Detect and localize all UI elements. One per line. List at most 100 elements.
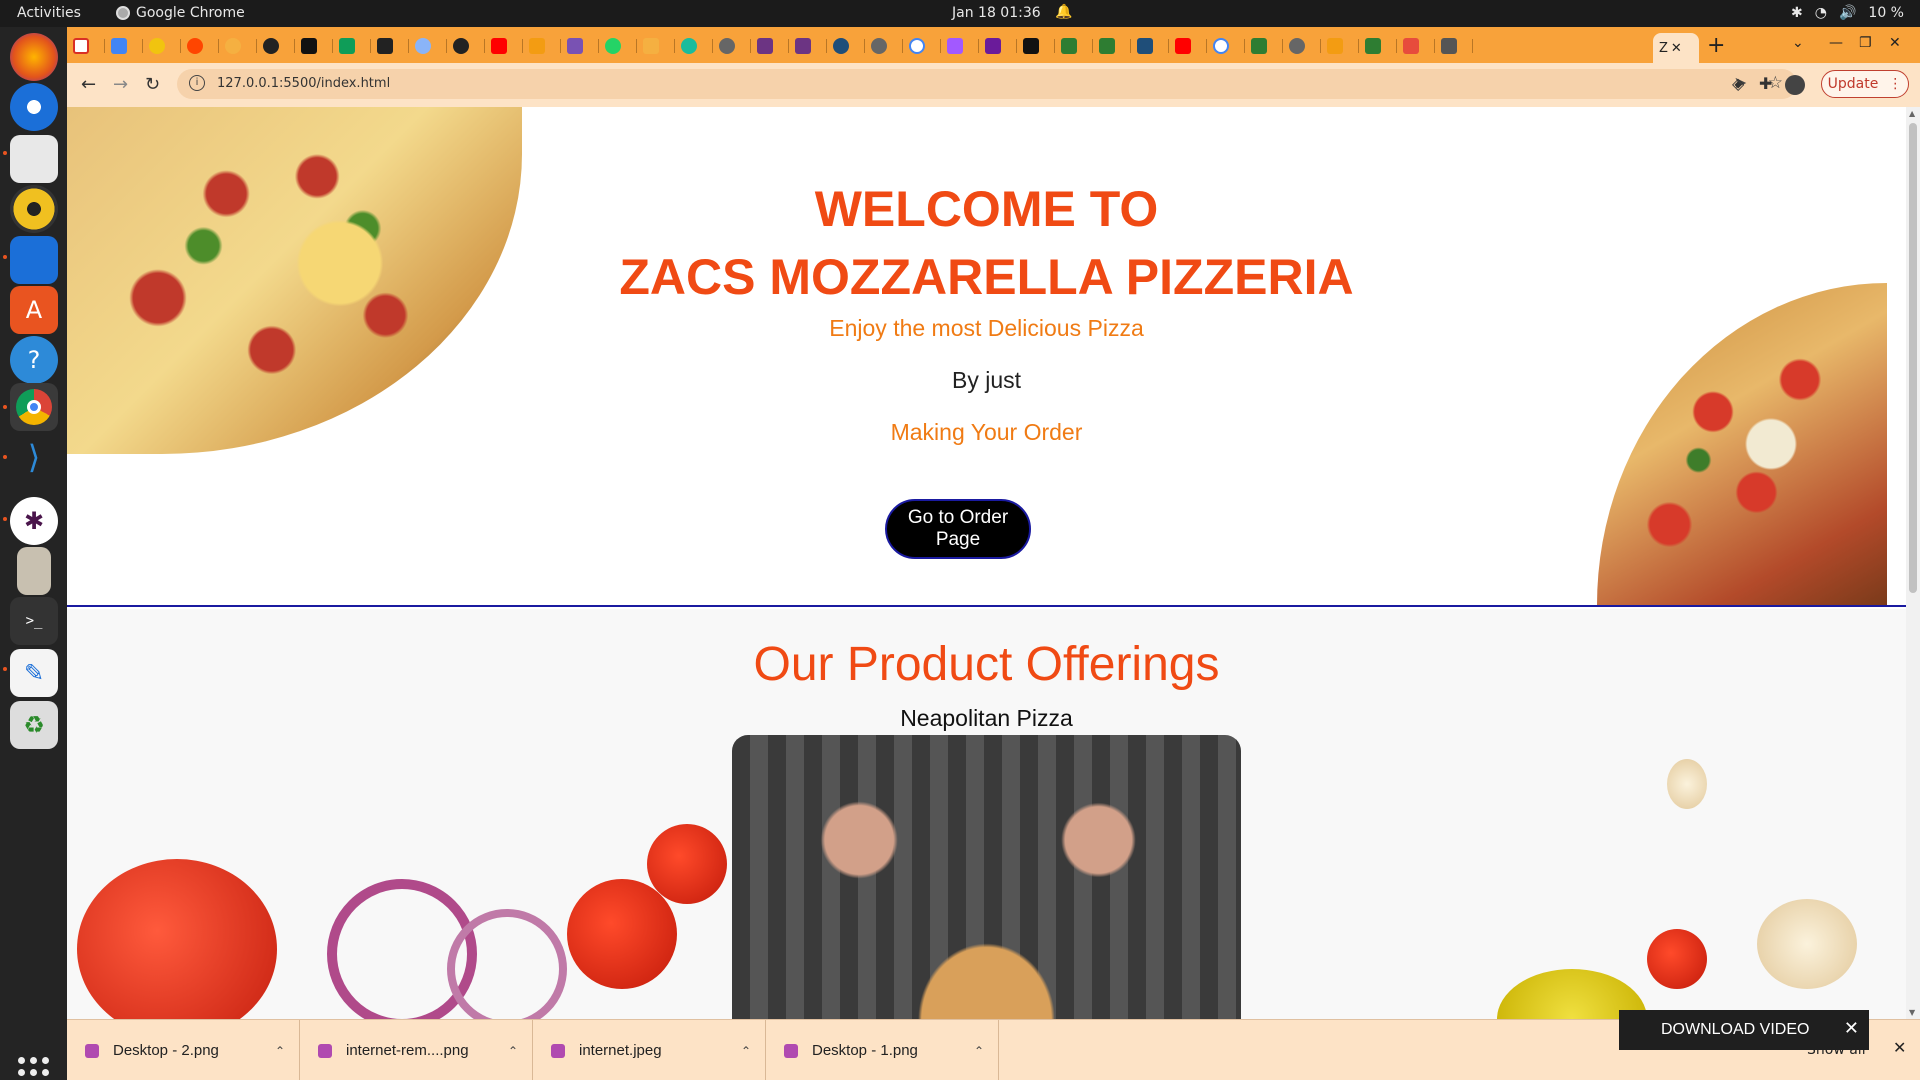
tab[interactable] [1359, 33, 1397, 59]
tab[interactable] [143, 33, 181, 59]
running-indicator [3, 405, 7, 409]
download-item[interactable]: internet-rem....png ⌃ [300, 1020, 533, 1080]
tab[interactable] [1245, 33, 1283, 59]
clock[interactable]: Jan 18 01:36 [952, 5, 1041, 21]
image-file-icon [551, 1043, 565, 1058]
terminal-icon[interactable]: >_ [10, 597, 58, 645]
chevron-up-icon[interactable]: ⌃ [508, 1044, 518, 1058]
tab[interactable] [675, 33, 713, 59]
tab[interactable] [523, 33, 561, 59]
tab[interactable] [713, 33, 751, 59]
tomato-image [1647, 929, 1707, 989]
tab[interactable] [903, 33, 941, 59]
app-name: Google Chrome [136, 5, 245, 21]
favicon-icon [149, 38, 165, 54]
tab[interactable] [751, 33, 789, 59]
favicon-icon [681, 38, 697, 54]
tab[interactable] [409, 33, 447, 59]
download-video-overlay[interactable]: DOWNLOAD VIDEO ✕ [1619, 1010, 1869, 1050]
close-window-icon[interactable]: ✕ [1889, 35, 1901, 51]
firefox-icon[interactable] [10, 33, 58, 81]
tab[interactable] [447, 33, 485, 59]
restore-icon[interactable]: ❐ [1859, 35, 1872, 51]
extensions-puzzle-icon[interactable]: ✚ [1759, 74, 1772, 93]
writer-icon[interactable] [10, 236, 58, 284]
tab[interactable] [1169, 33, 1207, 59]
tab[interactable] [1283, 33, 1321, 59]
tab[interactable] [371, 33, 409, 59]
minimize-icon[interactable]: — [1829, 35, 1843, 51]
order-page-button[interactable]: Go to Order Page [885, 499, 1031, 559]
chevron-up-icon[interactable]: ⌃ [741, 1044, 751, 1058]
page-scrollbar[interactable]: ▲ ▼ [1906, 107, 1920, 1019]
tab[interactable] [181, 33, 219, 59]
vscode-icon[interactable]: ⟩ [10, 433, 58, 481]
tab[interactable] [1207, 33, 1245, 59]
tab[interactable] [257, 33, 295, 59]
tab-search-icon[interactable]: ⌄ [1792, 35, 1804, 51]
running-indicator [3, 517, 7, 521]
tab[interactable] [979, 33, 1017, 59]
slack-icon[interactable]: ✱ [10, 497, 58, 545]
tab[interactable] [941, 33, 979, 59]
chevron-up-icon[interactable]: ⌃ [275, 1044, 285, 1058]
tab[interactable] [1397, 33, 1435, 59]
files-icon[interactable] [10, 135, 58, 183]
tab[interactable] [827, 33, 865, 59]
tab[interactable] [1435, 33, 1473, 59]
scroll-up-icon[interactable]: ▲ [1909, 109, 1915, 118]
archive-icon[interactable] [17, 547, 51, 595]
reload-icon[interactable]: ↻ [145, 74, 160, 95]
url-text[interactable]: 127.0.0.1:5500/index.html [217, 76, 390, 91]
close-overlay-icon[interactable]: ✕ [1844, 1018, 1859, 1039]
activities-button[interactable]: Activities [17, 5, 81, 21]
tab[interactable] [789, 33, 827, 59]
new-tab-button[interactable]: + [1707, 33, 1725, 58]
address-bar[interactable]: i 127.0.0.1:5500/index.html ➤ ☆ [177, 69, 1797, 99]
back-arrow-icon[interactable]: ← [81, 74, 96, 95]
favicon-icon [1365, 38, 1381, 54]
youtube-icon [491, 38, 507, 54]
help-icon[interactable]: ? [10, 336, 58, 384]
chrome-icon[interactable] [10, 383, 58, 431]
show-apps-icon[interactable] [18, 1057, 50, 1080]
software-icon[interactable]: A [10, 286, 58, 334]
app-menu[interactable]: Google Chrome [116, 5, 245, 21]
google-icon [909, 38, 925, 54]
tab[interactable] [1131, 33, 1169, 59]
extension-icon[interactable]: ◈ [1732, 74, 1744, 93]
update-button[interactable]: Update ⋮ [1821, 70, 1909, 98]
tab[interactable] [1055, 33, 1093, 59]
close-tab-icon[interactable]: ✕ [1671, 41, 1682, 56]
thunderbird-icon[interactable] [10, 83, 58, 131]
download-item[interactable]: internet.jpeg ⌃ [533, 1020, 766, 1080]
download-item[interactable]: Desktop - 2.png ⌃ [67, 1020, 300, 1080]
chevron-up-icon[interactable]: ⌃ [974, 1044, 984, 1058]
tab[interactable] [333, 33, 371, 59]
profile-avatar[interactable] [1785, 75, 1805, 95]
tab[interactable] [865, 33, 903, 59]
close-shelf-icon[interactable]: ✕ [1893, 1038, 1906, 1057]
tab[interactable] [637, 33, 675, 59]
forward-arrow-icon[interactable]: → [113, 74, 128, 95]
download-item[interactable]: Desktop - 1.png ⌃ [766, 1020, 999, 1080]
system-tray[interactable]: ✱ ◔ 🔊 10 % [1791, 5, 1904, 21]
tab[interactable] [219, 33, 257, 59]
scroll-down-icon[interactable]: ▼ [1909, 1008, 1915, 1017]
tab[interactable] [561, 33, 599, 59]
rhythmbox-icon[interactable] [10, 185, 58, 233]
tab[interactable] [599, 33, 637, 59]
site-info-icon[interactable]: i [189, 75, 205, 91]
tab[interactable] [1093, 33, 1131, 59]
tab-active[interactable]: Z ✕ [1653, 33, 1699, 63]
scrollbar-thumb[interactable] [1909, 123, 1917, 593]
tab[interactable] [67, 33, 105, 59]
tab[interactable] [105, 33, 143, 59]
text-editor-icon[interactable]: ✎ [10, 649, 58, 697]
trash-icon[interactable]: ♻ [10, 701, 58, 749]
tab[interactable] [1017, 33, 1055, 59]
tab[interactable] [485, 33, 523, 59]
tab[interactable] [1321, 33, 1359, 59]
tab[interactable] [295, 33, 333, 59]
hero-tagline: Enjoy the most Delicious Pizza [829, 315, 1144, 341]
